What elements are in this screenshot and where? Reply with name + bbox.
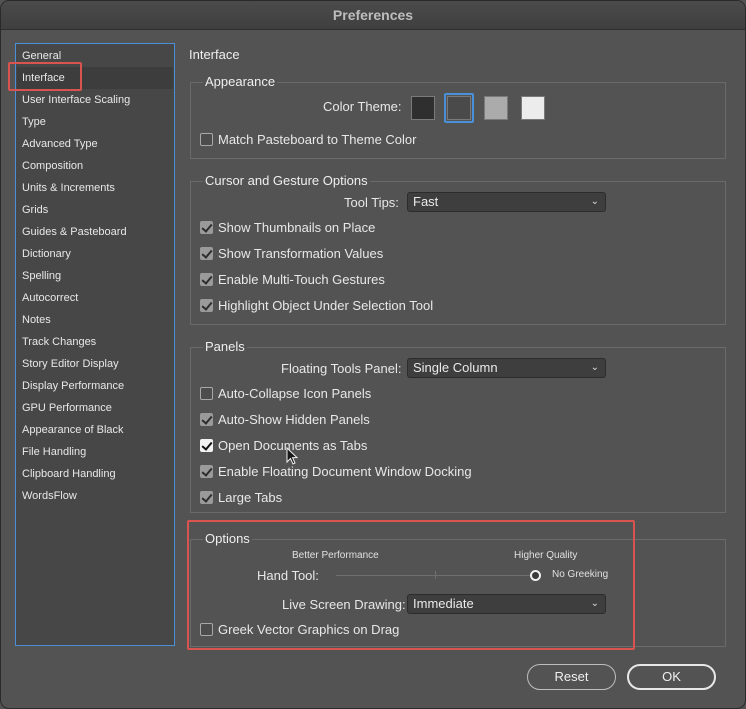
enable-multi-touch-gestures-checkbox[interactable]: [200, 273, 213, 286]
sidebar-item-clipboard-handling[interactable]: Clipboard Handling: [17, 463, 173, 485]
floating-tools-select[interactable]: Single Column ⌄: [407, 358, 606, 378]
sidebar-item-autocorrect[interactable]: Autocorrect: [17, 287, 173, 309]
sidebar-item-user-interface-scaling[interactable]: User Interface Scaling: [17, 89, 173, 111]
chevron-down-icon: ⌄: [590, 598, 599, 609]
show-transformation-values-label: Show Transformation Values: [218, 246, 384, 261]
page-title: Interface: [189, 47, 240, 62]
greek-vector-label: Greek Vector Graphics on Drag: [218, 622, 400, 637]
sidebar-item-display-performance[interactable]: Display Performance: [17, 375, 173, 397]
theme-swatch-medium-dark[interactable]: [447, 96, 471, 120]
hand-tool-slider-tick: [435, 571, 436, 579]
floating-tools-value: Single Column: [413, 360, 498, 375]
sidebar-item-type[interactable]: Type: [17, 111, 173, 133]
auto-collapse-icon-panels-label: Auto-Collapse Icon Panels: [218, 386, 372, 401]
preferences-window: Preferences General Interface User Interfa…: [0, 0, 746, 709]
enable-multi-touch-gestures-label: Enable Multi-Touch Gestures: [218, 272, 385, 287]
auto-show-hidden-panels-label: Auto-Show Hidden Panels: [218, 412, 370, 427]
sidebar-item-interface[interactable]: Interface: [17, 67, 173, 89]
sidebar-item-story-editor-display[interactable]: Story Editor Display: [17, 353, 173, 375]
sidebar-item-dictionary[interactable]: Dictionary: [17, 243, 173, 265]
show-transformation-values-checkbox[interactable]: [200, 247, 213, 260]
open-documents-as-tabs-checkbox[interactable]: [200, 439, 213, 452]
ok-button[interactable]: OK: [627, 664, 716, 690]
options-group-title: Options: [203, 531, 252, 546]
hand-tool-label: Hand Tool:: [257, 568, 319, 583]
show-thumbnails-on-place-label: Show Thumbnails on Place: [218, 220, 376, 235]
sidebar-item-guides-pasteboard[interactable]: Guides & Pasteboard: [17, 221, 173, 243]
sidebar-item-file-handling[interactable]: File Handling: [17, 441, 173, 463]
show-thumbnails-on-place-checkbox[interactable]: [200, 221, 213, 234]
sidebar-item-wordsflow[interactable]: WordsFlow: [17, 485, 173, 507]
highlight-object-under-selection-tool-checkbox[interactable]: [200, 299, 213, 312]
sidebar-item-grids[interactable]: Grids: [17, 199, 173, 221]
panels-group-title: Panels: [203, 339, 247, 354]
tool-tips-label: Tool Tips:: [344, 195, 399, 210]
match-pasteboard-label: Match Pasteboard to Theme Color: [218, 132, 417, 147]
reset-button[interactable]: Reset: [527, 664, 616, 690]
floating-tools-label: Floating Tools Panel:: [281, 361, 402, 376]
better-performance-label: Better Performance: [292, 550, 379, 561]
sidebar-item-appearance-of-black[interactable]: Appearance of Black: [17, 419, 173, 441]
hand-tool-value-label: No Greeking: [552, 569, 609, 580]
greek-vector-checkbox[interactable]: [200, 623, 213, 636]
hand-tool-slider-track[interactable]: [336, 575, 536, 576]
chevron-down-icon: ⌄: [590, 362, 599, 373]
sidebar-item-notes[interactable]: Notes: [17, 309, 173, 331]
auto-show-hidden-panels-checkbox[interactable]: [200, 413, 213, 426]
enable-floating-document-window-docking-label: Enable Floating Document Window Docking: [218, 464, 472, 479]
large-tabs-label: Large Tabs: [218, 490, 283, 505]
tool-tips-select[interactable]: Fast ⌄: [407, 192, 606, 212]
large-tabs-checkbox[interactable]: [200, 491, 213, 504]
theme-swatch-light[interactable]: [521, 96, 545, 120]
hand-tool-slider-thumb[interactable]: [530, 570, 541, 581]
window-title: Preferences: [1, 1, 745, 30]
highlight-object-under-selection-tool-label: Highlight Object Under Selection Tool: [218, 298, 434, 313]
sidebar-item-composition[interactable]: Composition: [17, 155, 173, 177]
theme-swatch-dark[interactable]: [411, 96, 435, 120]
live-screen-select[interactable]: Immediate ⌄: [407, 594, 606, 614]
sidebar: General Interface User Interface Scaling Ty…: [15, 43, 175, 646]
tool-tips-value: Fast: [413, 194, 439, 209]
auto-collapse-icon-panels-checkbox[interactable]: [200, 387, 213, 400]
sidebar-item-units-increments[interactable]: Units & Increments: [17, 177, 173, 199]
mouse-pointer-icon: [286, 447, 298, 465]
theme-swatch-medium-light[interactable]: [484, 96, 508, 120]
chevron-down-icon: ⌄: [590, 196, 599, 207]
cursor-gesture-group-title: Cursor and Gesture Options: [203, 173, 370, 188]
sidebar-item-spelling[interactable]: Spelling: [17, 265, 173, 287]
sidebar-item-track-changes[interactable]: Track Changes: [17, 331, 173, 353]
sidebar-item-general[interactable]: General: [17, 45, 173, 67]
sidebar-item-gpu-performance[interactable]: GPU Performance: [17, 397, 173, 419]
higher-quality-label: Higher Quality: [514, 550, 578, 561]
enable-floating-document-window-docking-checkbox[interactable]: [200, 465, 213, 478]
sidebar-item-advanced-type[interactable]: Advanced Type: [17, 133, 173, 155]
color-theme-label: Color Theme:: [323, 99, 402, 114]
live-screen-label: Live Screen Drawing:: [282, 597, 406, 612]
match-pasteboard-checkbox[interactable]: [200, 133, 213, 146]
appearance-group-title: Appearance: [203, 74, 278, 89]
live-screen-value: Immediate: [413, 596, 474, 611]
